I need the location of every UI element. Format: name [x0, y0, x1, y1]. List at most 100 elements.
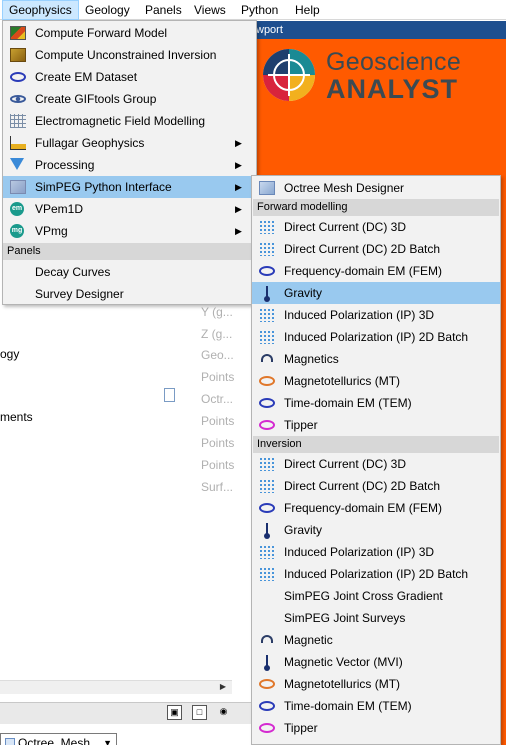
cube-icon: [10, 48, 26, 62]
geoscience-analyst-logo: Geoscience ANALYST: [254, 42, 506, 157]
coil-icon: [259, 701, 275, 711]
dc-icon: [259, 330, 275, 344]
menu-item-inv-dc-2d-batch[interactable]: Direct Current (DC) 2D Batch: [252, 475, 500, 497]
menu-item-fwd-tem[interactable]: Time-domain EM (TEM): [252, 392, 500, 414]
menu-item-label: Processing: [35, 158, 95, 172]
menu-item-inv-tipper[interactable]: Tipper: [252, 717, 500, 739]
menu-item-inv-joint-surveys[interactable]: SimPEG Joint Surveys: [252, 607, 500, 629]
menu-item-inv-ip-2d-batch[interactable]: Induced Polarization (IP) 2D Batch: [252, 563, 500, 585]
menu-item-simpeg-python-interface[interactable]: SimPEG Python Interface ▶: [3, 176, 256, 198]
submenu-arrow-icon: ▶: [235, 226, 242, 236]
dc-icon: [259, 479, 275, 493]
menu-item-fwd-mt[interactable]: Magnetotellurics (MT): [252, 370, 500, 392]
menu-item-label: Magnetotellurics (MT): [284, 374, 401, 388]
menu-geology[interactable]: Geology: [79, 0, 136, 20]
submenu-arrow-icon: ▶: [235, 160, 242, 170]
menu-item-label: Compute Forward Model: [35, 26, 168, 40]
menu-item-fullagar-geophysics[interactable]: Fullagar Geophysics ▶: [3, 132, 256, 154]
menu-item-label: Magnetic: [284, 633, 333, 647]
menu-help[interactable]: Help: [289, 0, 326, 20]
menu-item-label: Direct Current (DC) 2D Batch: [284, 479, 441, 493]
logo-text-analyst: ANALYST: [326, 74, 459, 104]
menu-item-inv-gravity[interactable]: Gravity: [252, 519, 500, 541]
menu-item-fwd-ip-2d-batch[interactable]: Induced Polarization (IP) 2D Batch: [252, 326, 500, 348]
menu-item-inv-tem[interactable]: Time-domain EM (TEM): [252, 695, 500, 717]
menu-item-inv-mt[interactable]: Magnetotellurics (MT): [252, 673, 500, 695]
maximize-panel-icon[interactable]: □: [192, 705, 207, 720]
menu-item-create-giftools-group[interactable]: Create GIFtools Group: [3, 88, 256, 110]
grid-icon: [10, 114, 26, 128]
menu-item-processing[interactable]: Processing ▶: [3, 154, 256, 176]
prop-points-4: Points: [201, 458, 235, 472]
coil-icon: [259, 398, 275, 408]
menu-item-fwd-tipper[interactable]: Tipper: [252, 414, 500, 436]
menu-item-inv-magnetic[interactable]: Magnetic: [252, 629, 500, 651]
menu-item-survey-designer[interactable]: Survey Designer: [3, 283, 256, 305]
prop-points-1: Points: [201, 370, 235, 384]
coil-icon: [10, 72, 26, 82]
section-forward-modelling: Forward modelling: [253, 199, 499, 216]
menu-item-label: Octree Mesh Designer: [284, 181, 405, 195]
dc-icon: [259, 567, 275, 581]
menu-item-label: SimPEG Joint Surveys: [284, 611, 406, 625]
menu-geophysics[interactable]: Geophysics: [2, 0, 79, 20]
menu-item-label: Compute Unconstrained Inversion: [35, 48, 217, 62]
coil-icon: [259, 266, 275, 276]
simpeg-submenu: Octree Mesh Designer Forward modelling D…: [251, 175, 501, 745]
menu-item-decay-curves[interactable]: Decay Curves: [3, 261, 256, 283]
menu-item-vpmg[interactable]: mg VPmg ▶: [3, 220, 256, 242]
menu-item-fwd-fem[interactable]: Frequency-domain EM (FEM): [252, 260, 500, 282]
prop-z: Z (g...: [201, 327, 233, 341]
menu-item-inv-mvi[interactable]: Magnetic Vector (MVI): [252, 651, 500, 673]
menu-item-fwd-dc-2d-batch[interactable]: Direct Current (DC) 2D Batch: [252, 238, 500, 260]
menu-item-label: Survey Designer: [35, 287, 124, 301]
gravity-icon: [264, 655, 270, 671]
menu-item-compute-unconstrained-inversion[interactable]: Compute Unconstrained Inversion: [3, 44, 256, 66]
tree-item-geology[interactable]: ogy: [0, 347, 19, 361]
menu-item-fwd-dc-3d[interactable]: Direct Current (DC) 3D: [252, 216, 500, 238]
mt-coil-icon: [259, 376, 275, 386]
menu-item-vpem1d[interactable]: em VPem1D ▶: [3, 198, 256, 220]
mt-coil-icon: [259, 679, 275, 689]
scroll-right-arrow-icon[interactable]: ▶: [216, 680, 230, 694]
menu-item-electromagnetic-field-modelling[interactable]: Electromagnetic Field Modelling: [3, 110, 256, 132]
section-panels: Panels: [3, 243, 256, 260]
horizontal-scrollbar[interactable]: [0, 680, 232, 694]
menu-item-label: Gravity: [284, 286, 323, 300]
menu-item-label: Create EM Dataset: [35, 70, 138, 84]
menu-item-compute-forward-model[interactable]: Compute Forward Model: [3, 22, 256, 44]
menu-item-fwd-magnetics[interactable]: Magnetics: [252, 348, 500, 370]
visibility-eye-icon[interactable]: ◉: [216, 705, 231, 720]
menu-item-label: Direct Current (DC) 3D: [284, 220, 407, 234]
panel-toolbar: [0, 702, 252, 724]
menu-item-inv-joint-cross-gradient[interactable]: SimPEG Joint Cross Gradient: [252, 585, 500, 607]
menu-item-inv-ip-3d[interactable]: Induced Polarization (IP) 3D: [252, 541, 500, 563]
float-panel-icon[interactable]: ▣: [167, 705, 182, 720]
menu-views[interactable]: Views: [188, 0, 232, 20]
menu-item-label: Time-domain EM (TEM): [284, 396, 412, 410]
viewport-titlebar: wport: [252, 21, 506, 39]
menu-item-label: Frequency-domain EM (FEM): [284, 264, 443, 278]
menu-item-label: Direct Current (DC) 3D: [284, 457, 407, 471]
object-combo[interactable]: Octree_Mesh ▼: [0, 733, 117, 745]
menu-item-label: Direct Current (DC) 2D Batch: [284, 242, 441, 256]
menu-item-octree-mesh-designer[interactable]: Octree Mesh Designer: [252, 177, 500, 199]
menubar: Geophysics Geology Panels Views Python H…: [0, 0, 506, 20]
menu-item-label: Time-domain EM (TEM): [284, 699, 412, 713]
tipper-coil-icon: [259, 420, 275, 430]
menu-panels[interactable]: Panels: [139, 0, 188, 20]
menu-item-label: Induced Polarization (IP) 3D: [284, 545, 435, 559]
menu-item-create-em-dataset[interactable]: Create EM Dataset: [3, 66, 256, 88]
dc-icon: [259, 242, 275, 256]
menu-item-fwd-ip-3d[interactable]: Induced Polarization (IP) 3D: [252, 304, 500, 326]
chart-icon: [10, 136, 26, 150]
menu-item-inv-dc-3d[interactable]: Direct Current (DC) 3D: [252, 453, 500, 475]
menu-python[interactable]: Python: [235, 0, 284, 20]
coil-icon: [259, 503, 275, 513]
dc-icon: [259, 308, 275, 322]
chevron-down-icon: ▼: [103, 738, 112, 745]
tree-item-documents[interactable]: ments: [0, 410, 33, 424]
menu-item-fwd-gravity[interactable]: Gravity: [252, 282, 500, 304]
menu-item-label: Induced Polarization (IP) 2D Batch: [284, 567, 469, 581]
menu-item-inv-fem[interactable]: Frequency-domain EM (FEM): [252, 497, 500, 519]
